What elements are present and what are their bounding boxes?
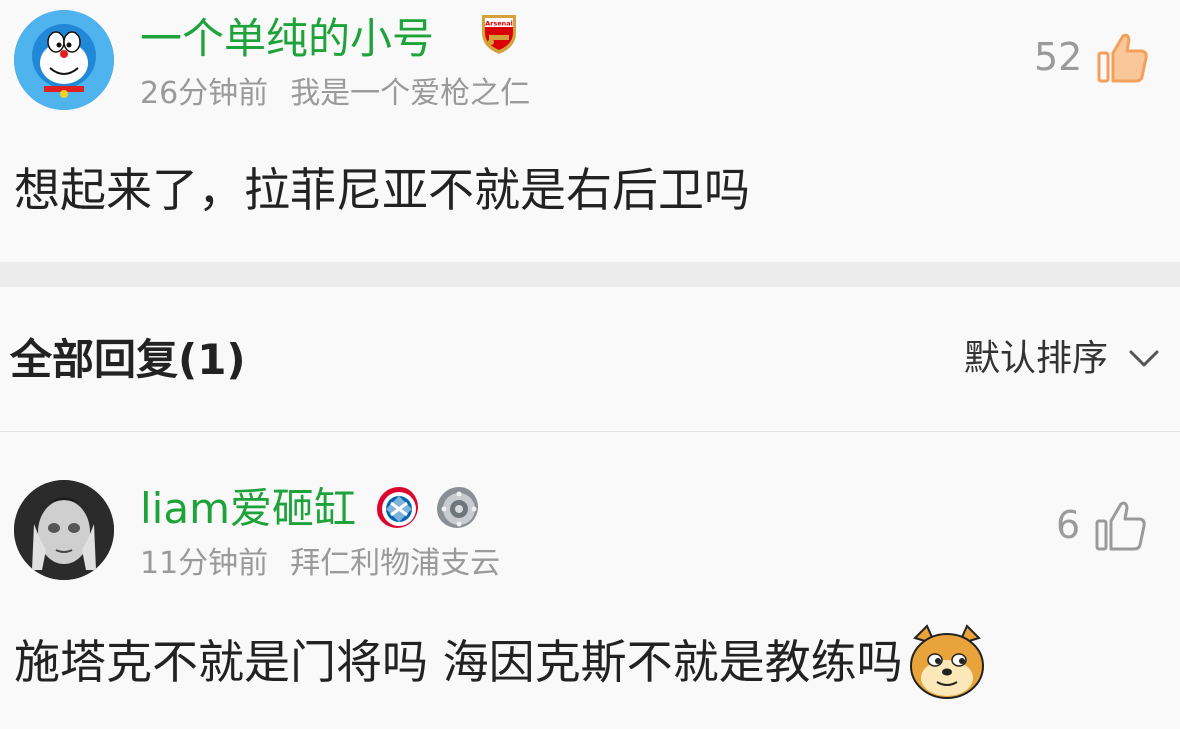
like-count: 6: [1056, 503, 1081, 547]
chevron-down-icon: [1129, 350, 1159, 367]
username[interactable]: 一个单纯的小号: [140, 14, 434, 64]
sort-dropdown[interactable]: 默认排序: [964, 337, 1160, 381]
svg-text:Arsenal: Arsenal: [485, 20, 513, 28]
bundesliga-trophy-icon[interactable]: [436, 486, 478, 528]
like-count: 52: [1034, 35, 1083, 79]
section-divider: [0, 262, 1180, 287]
thumbs-up-icon: [1095, 501, 1146, 551]
replies-title: 全部回复(1): [10, 335, 246, 384]
doge-emoji-icon: [909, 624, 984, 699]
user-avatar[interactable]: [14, 10, 114, 110]
username[interactable]: liam爱砸缸: [140, 484, 356, 534]
reply-text-line: 施塔克不就是门将吗 海因克斯不就是教练吗: [14, 624, 987, 700]
reply-time: 11分钟前: [140, 546, 269, 581]
comment-item: 一个单纯的小号 Arsenal 26分钟前 我是一个爱枪之仁 52 想起来了，拉菲…: [0, 0, 1180, 262]
user-signature: 我是一个爱枪之仁: [290, 76, 531, 111]
reply-meta: 11分钟前 拜仁利物浦支云: [140, 546, 500, 582]
bayern-badge-icon[interactable]: [376, 486, 418, 528]
like-button[interactable]: 6: [1056, 498, 1148, 552]
bw-photo-avatar-icon: [14, 480, 114, 580]
arsenal-badge-icon[interactable]: Arsenal: [478, 13, 520, 55]
replies-header: 全部回复(1) 默认排序: [0, 287, 1180, 432]
sort-label: 默认排序: [963, 338, 1108, 379]
reply-item: liam爱砸缸 11分钟前 拜仁利物浦支云 6 施塔克不就是门将吗 海因克斯不就…: [0, 432, 1180, 729]
doraemon-avatar-icon: [14, 10, 114, 110]
comment-time: 26分钟前: [140, 76, 269, 111]
like-button[interactable]: 52: [1034, 30, 1150, 84]
comment-text: 想起来了，拉菲尼亚不就是右后卫吗: [14, 163, 750, 217]
comment-meta: 26分钟前 我是一个爱枪之仁: [140, 76, 530, 112]
user-signature: 拜仁利物浦支云: [290, 546, 501, 581]
user-avatar[interactable]: [14, 480, 114, 580]
reply-text: 施塔克不就是门将吗 海因克斯不就是教练吗: [14, 635, 903, 689]
thumbs-up-icon: [1097, 33, 1149, 83]
